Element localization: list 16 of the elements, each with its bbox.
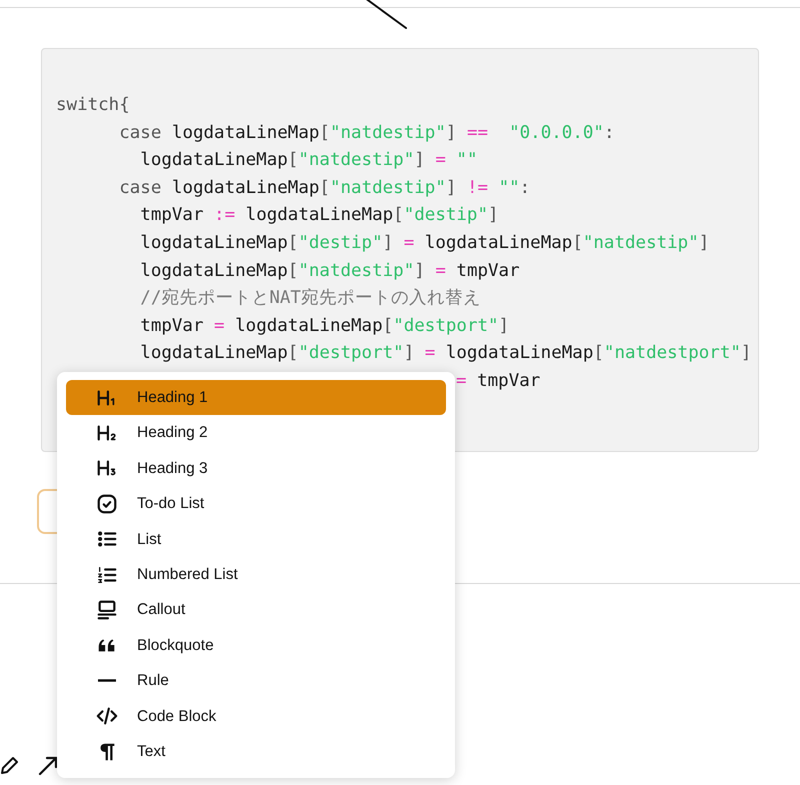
checkbox-icon [96, 492, 118, 515]
code-line: tmpVar = logdataLineMap["destport"] [139, 314, 510, 338]
code-line: logdataLineMap["natdestip"] = "" [139, 149, 478, 172]
horizontal-rule-icon [98, 679, 116, 682]
menu-item[interactable]: Heading 1 [66, 380, 446, 416]
code-line: case logdataLineMap["natdestip"] != "": [118, 176, 532, 200]
code-icon [96, 705, 118, 728]
callout-icon [96, 599, 118, 622]
code-line: switch{ [56, 94, 131, 117]
code-line: logdataLineMap["destport"] = logdataLineMap["natdestport"] [139, 342, 752, 366]
code-line: case logdataLineMap["natdestip"] == "0.0.0.0": [118, 122, 616, 145]
code-line: logdataLineMap["natdestip"] = tmpVar [139, 260, 521, 283]
code-line: tmpVar := logdataLineMap["destip"] [139, 204, 500, 228]
code-line: logdataLineMap["destip"] = logdataLineMap["natdestip"] [139, 232, 710, 255]
code-line: //宛先ポートとNAT宛先ポートの入れ替え [139, 287, 482, 310]
code-line: = tmpVar [455, 370, 542, 393]
